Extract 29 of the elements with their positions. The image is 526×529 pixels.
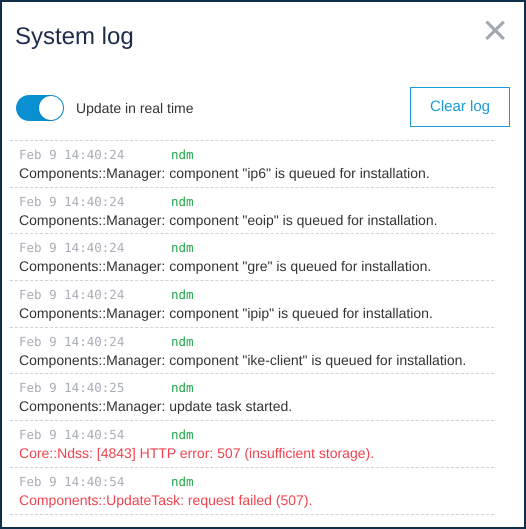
log-timestamp: Feb 9 14:40:24 xyxy=(19,192,126,211)
log-timestamp: Feb 9 14:40:25 xyxy=(19,379,126,398)
log-source: ndm xyxy=(171,239,194,258)
log-timestamp: Feb 9 14:40:54 xyxy=(19,472,126,491)
log-message: Components::Manager: component "ipip" is queued for installation. xyxy=(19,304,434,322)
log-message: Components::Manager: update task started. xyxy=(19,397,294,416)
log-message: Components::Manager: component "eoip" is queued for installation. xyxy=(19,210,439,229)
log-source: ndm xyxy=(171,472,194,491)
log-source: ndm xyxy=(171,332,194,351)
log-timestamp: Feb 9 14:40:54 xyxy=(19,426,126,444)
log-source: ndm xyxy=(171,426,194,444)
log-source: ndm xyxy=(171,286,194,304)
log-source: ndm xyxy=(171,146,194,164)
log-message: Components::UpdateTask: request failed (507). xyxy=(19,490,314,509)
log-timestamp: Feb 9 14:40:24 xyxy=(19,332,126,351)
log-timestamp: Feb 9 14:40:24 xyxy=(19,146,126,164)
log-source: ndm xyxy=(171,192,194,211)
log-message: Components::Manager: component "gre" is queued for installation. xyxy=(19,257,432,276)
toggle-switch[interactable] xyxy=(16,95,64,121)
dialog-title: System log xyxy=(15,22,134,52)
log-message: Core::Ndss: [4843] HTTP error: 507 (insufficient storage). xyxy=(19,444,376,462)
log-message: Components::Manager: component "ip6" is queued for installation. xyxy=(19,164,431,182)
log-message: Components::Manager: component "ike-client" is queued for installation. xyxy=(19,350,468,369)
log-timestamp: Feb 9 14:40:24 xyxy=(19,239,126,258)
log-timestamp: Feb 9 14:40:24 xyxy=(19,286,126,304)
toggle-label: Update in real time xyxy=(76,98,194,118)
clear-log-button[interactable]: Clear log xyxy=(410,87,510,127)
close-button[interactable]: × xyxy=(482,16,508,46)
log-source: ndm xyxy=(171,379,194,398)
